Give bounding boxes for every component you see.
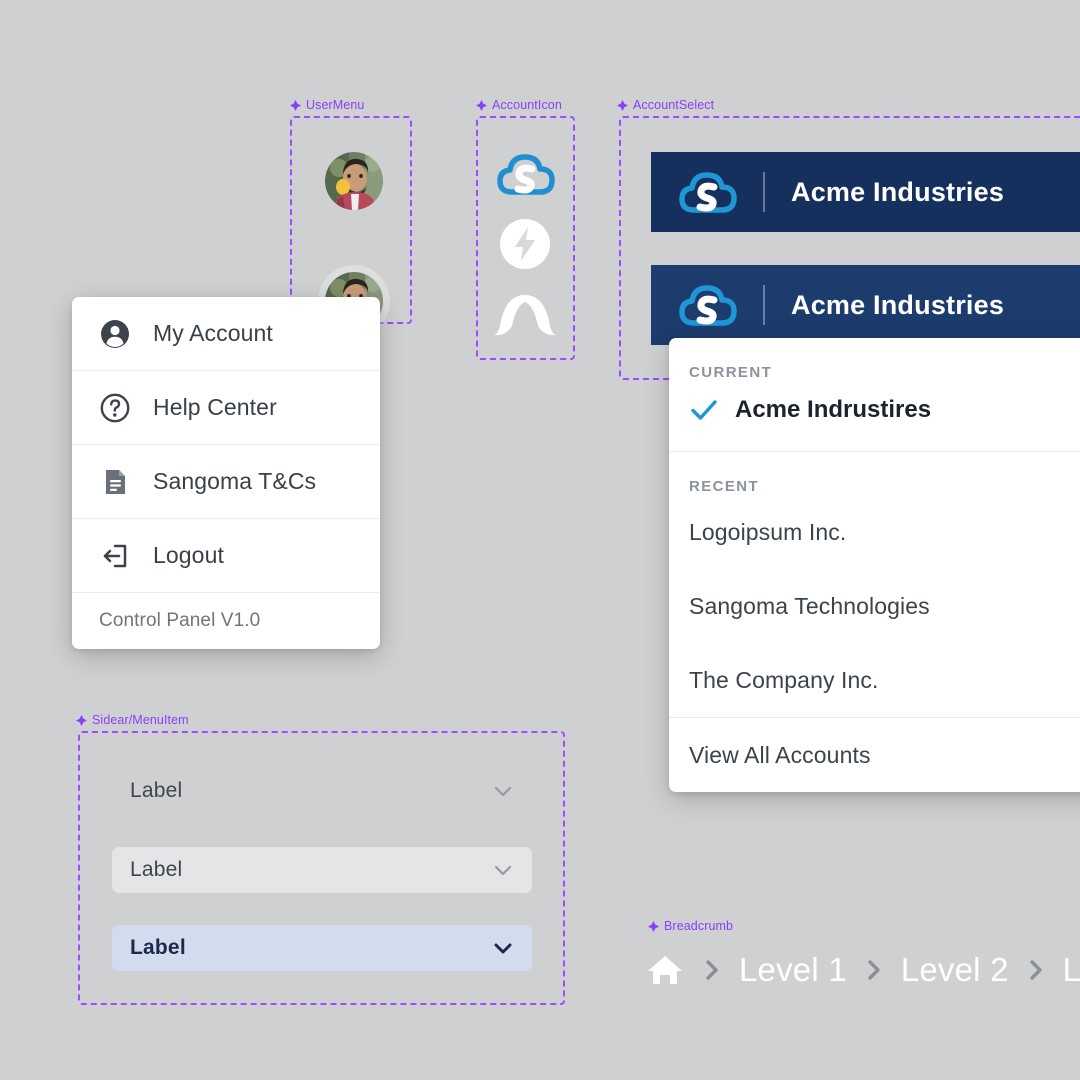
- chevron-down-icon: [494, 943, 512, 954]
- account-name: Acme Industries: [791, 289, 1005, 320]
- annotation-label-breadcrumb: Breadcrumb: [648, 919, 733, 933]
- sangoma-cloud-s-icon: [677, 279, 739, 331]
- account-icon-sangoma[interactable]: [495, 148, 557, 200]
- menu-item-logout[interactable]: Logout: [72, 519, 380, 593]
- account-icon-lightning[interactable]: [499, 218, 551, 270]
- dropdown-item-view-all-accounts[interactable]: View All Accounts: [669, 718, 1080, 792]
- question-circle-icon: [100, 393, 130, 422]
- sidebar-menu-item-hover[interactable]: Label: [112, 847, 532, 893]
- menu-item-label: Help Center: [153, 394, 277, 420]
- figma-component-diamond-icon: [648, 920, 659, 932]
- check-icon: [691, 400, 717, 420]
- account-select-bar[interactable]: Acme Industries: [651, 152, 1080, 232]
- account-name: Acme Industries: [791, 176, 1005, 207]
- breadcrumb-level[interactable]: Level 1: [739, 951, 847, 989]
- control-panel-version: Control Panel V1.0: [99, 610, 261, 631]
- chevron-right-icon: [1029, 960, 1042, 980]
- logout-icon: [103, 544, 127, 567]
- annotation-text: AccountIcon: [492, 98, 562, 112]
- sangoma-cloud-s-icon: [677, 166, 739, 218]
- menu-item-label: My Account: [153, 320, 273, 346]
- annotation-text: Breadcrumb: [664, 919, 734, 933]
- dropdown-item-recent-account[interactable]: The Company Inc.: [669, 643, 1080, 717]
- chevron-down-icon: [494, 786, 512, 797]
- dropdown-heading-recent: RECENT: [689, 478, 760, 495]
- annotation-label-accountselect: AccountSelect: [617, 98, 714, 112]
- figma-component-diamond-icon: [290, 99, 301, 111]
- annotation-text: Sidear/MenuItem: [92, 713, 189, 727]
- bar-divider: [763, 285, 765, 325]
- sidebar-menu-item-label: Label: [130, 858, 183, 881]
- current-account-name: Acme Indrustires: [735, 396, 932, 423]
- breadcrumb-level[interactable]: Lev: [1063, 951, 1080, 989]
- figma-component-diamond-icon: [76, 714, 87, 726]
- sidebar-menu-item-label: Label: [130, 936, 186, 959]
- dropdown-item-current-account[interactable]: Acme Indrustires: [669, 381, 1080, 452]
- home-icon[interactable]: [645, 950, 685, 990]
- breadcrumb: Level 1 Level 2 Lev: [645, 950, 1080, 990]
- annotation-label-sidebar-menuitem: Sidear/MenuItem: [76, 713, 189, 727]
- bar-divider: [763, 172, 765, 212]
- breadcrumb-level[interactable]: Level 2: [901, 951, 1009, 989]
- sangoma-cloud-s-icon: [497, 154, 555, 195]
- avatar[interactable]: [325, 152, 383, 210]
- arch-wing-icon: [494, 295, 556, 336]
- menu-item-label: Logout: [153, 542, 224, 568]
- annotation-text: AccountSelect: [633, 98, 715, 112]
- dropdown-heading-current: CURRENT: [689, 364, 773, 381]
- sidebar-menu-item-default[interactable]: Label: [112, 768, 532, 814]
- annotation-label-usermenu: UserMenu: [290, 98, 364, 112]
- sidebar-menu-item-label: Label: [130, 779, 183, 802]
- chevron-right-icon: [868, 960, 880, 980]
- document-icon: [106, 469, 125, 494]
- annotation-label-accounticon: AccountIcon: [476, 98, 562, 112]
- account-select-bar-hover[interactable]: Acme Industries: [651, 265, 1080, 345]
- account-dropdown-popover: CURRENT Acme Indrustires RECENT Logoipsu…: [669, 338, 1080, 792]
- sidebar-menu-item-active[interactable]: Label: [112, 925, 532, 971]
- dropdown-item-recent-account[interactable]: Logoipsum Inc.: [669, 495, 1080, 569]
- design-canvas: UserMenu AccountIcon AccountSelect Sidea…: [0, 0, 1080, 1080]
- menu-item-my-account[interactable]: My Account: [72, 297, 380, 371]
- menu-item-label: Sangoma T&Cs: [153, 468, 317, 494]
- account-icon-arch[interactable]: [492, 292, 558, 338]
- figma-component-diamond-icon: [617, 99, 628, 111]
- chevron-down-icon: [494, 865, 512, 876]
- person-circle-icon: [101, 319, 129, 348]
- user-menu-popover: My Account Help Center Sangoma T&Cs Logo…: [72, 297, 380, 649]
- menu-item-terms[interactable]: Sangoma T&Cs: [72, 445, 380, 519]
- annotation-text: UserMenu: [306, 98, 365, 112]
- lightning-bolt-circle-icon: [500, 219, 550, 269]
- dropdown-item-recent-account[interactable]: Sangoma Technologies: [669, 569, 1080, 643]
- figma-component-diamond-icon: [476, 99, 487, 111]
- user-avatar-photo: [325, 152, 383, 210]
- menu-item-help-center[interactable]: Help Center: [72, 371, 380, 445]
- chevron-right-icon: [706, 960, 718, 980]
